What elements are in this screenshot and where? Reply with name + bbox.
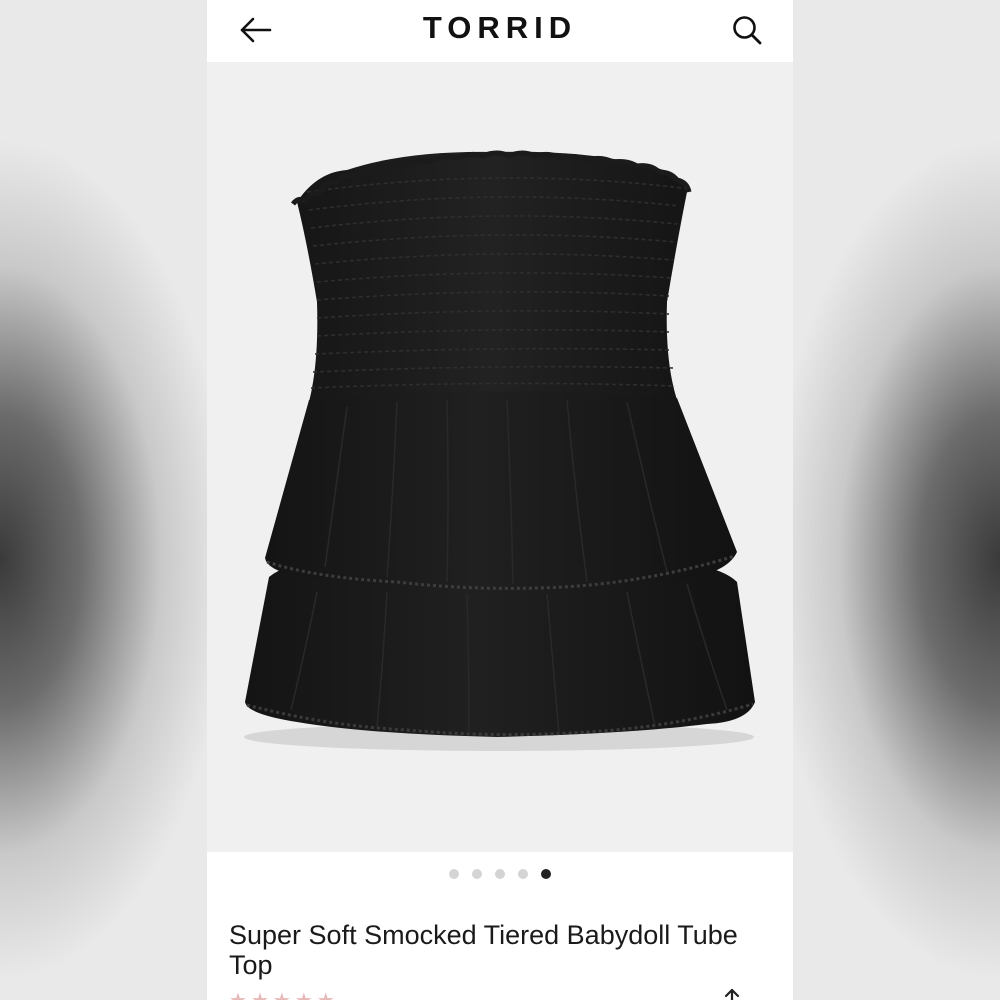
arrow-left-icon <box>240 17 272 43</box>
back-button[interactable] <box>235 12 275 48</box>
gallery-dot-4[interactable] <box>518 869 528 879</box>
star-icon: ★ <box>229 988 247 1000</box>
star-icon: ★ <box>250 988 269 1000</box>
product-image[interactable] <box>207 62 793 852</box>
background-blur-left <box>0 0 207 1000</box>
gallery-dot-3[interactable] <box>495 869 505 879</box>
brand-logo: TORRID <box>422 10 578 45</box>
product-image-gallery[interactable] <box>207 62 793 852</box>
share-icon <box>724 988 740 1000</box>
phone-screen: TORRID Super Soft Smocked Tiered Babydol… <box>207 0 793 1000</box>
gallery-dot-2[interactable] <box>472 869 482 879</box>
search-button[interactable] <box>727 12 767 48</box>
product-title: Super Soft Smocked Tiered Babydoll Tube … <box>229 920 738 980</box>
star-icon: ★ <box>316 988 335 1000</box>
gallery-dot-5-active[interactable] <box>541 869 551 879</box>
background-blur-right <box>793 0 1000 1000</box>
share-button[interactable] <box>717 986 747 1000</box>
gallery-dot-1[interactable] <box>449 869 459 879</box>
search-icon <box>733 16 762 45</box>
top-navigation-bar: TORRID <box>207 0 793 62</box>
star-icon: ★ <box>294 988 313 1000</box>
star-icon: ★ <box>272 988 291 1000</box>
product-rating[interactable]: ★ ★ ★ ★ ★ <box>229 990 769 1000</box>
gallery-pagination <box>207 867 793 881</box>
